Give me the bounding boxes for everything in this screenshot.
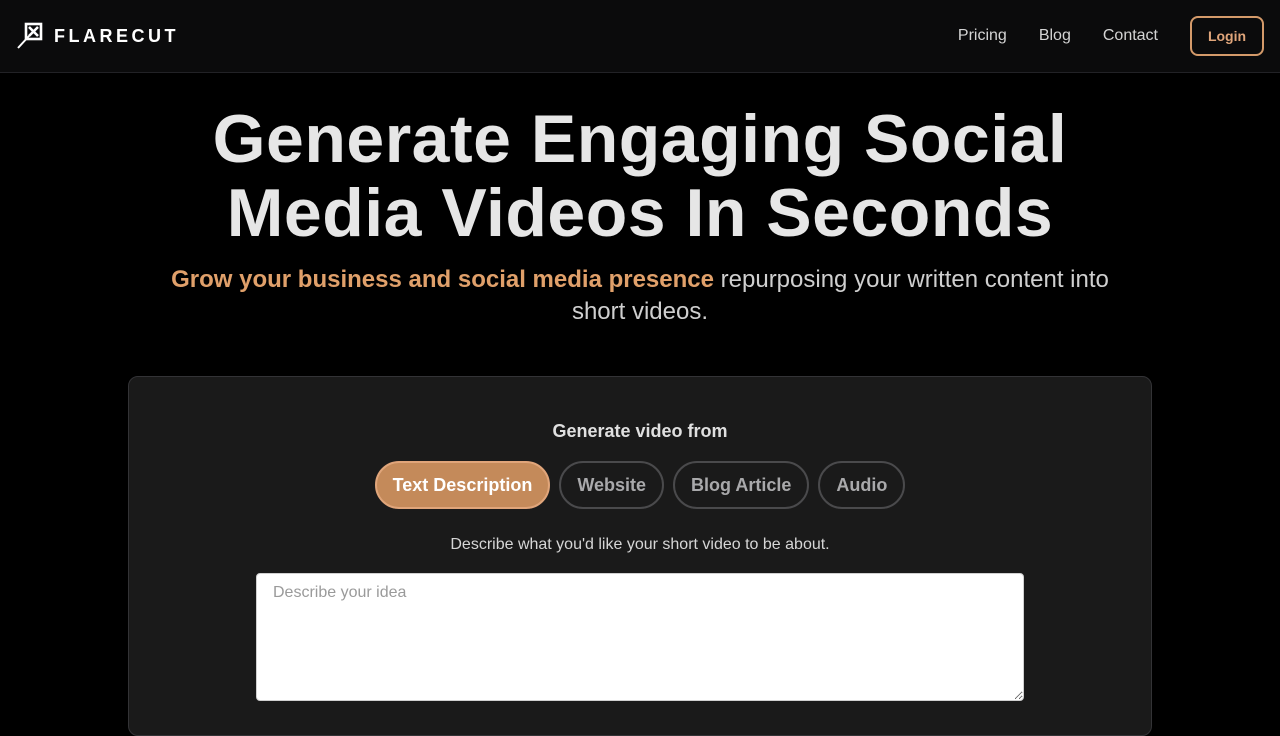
tab-text-description[interactable]: Text Description <box>374 461 551 509</box>
hero-subtitle: Grow your business and social media pres… <box>160 264 1120 328</box>
brand-logo[interactable]: FLARECUT <box>16 21 179 51</box>
nav-links: Pricing Blog Contact Login <box>958 16 1264 56</box>
idea-textarea[interactable] <box>256 573 1024 701</box>
hero-title-line-2: Media Videos In Seconds <box>226 175 1054 251</box>
generator-card: Generate video from Text Description Web… <box>128 376 1152 736</box>
login-button[interactable]: Login <box>1190 16 1264 56</box>
source-tabs: Text Description Website Blog Article Au… <box>129 461 1151 509</box>
tab-website[interactable]: Website <box>559 461 665 509</box>
top-navbar: FLARECUT Pricing Blog Contact Login <box>0 0 1280 73</box>
hero-title-line-1: Generate Engaging Social <box>212 101 1068 177</box>
nav-link-contact[interactable]: Contact <box>1103 27 1158 45</box>
generator-heading: Generate video from <box>552 421 728 441</box>
tab-audio[interactable]: Audio <box>818 461 906 509</box>
brand-name: FLARECUT <box>54 25 179 46</box>
hero-title: Generate Engaging Social Media Videos In… <box>0 102 1280 250</box>
generator-description: Describe what you'd like your short vide… <box>450 536 830 553</box>
tab-blog-article[interactable]: Blog Article <box>673 461 810 509</box>
nav-link-pricing[interactable]: Pricing <box>958 27 1007 45</box>
nav-link-blog[interactable]: Blog <box>1039 27 1071 45</box>
flarecut-logo-icon <box>17 22 43 49</box>
hero-subtitle-accent: Grow your business and social media pres… <box>171 266 714 293</box>
